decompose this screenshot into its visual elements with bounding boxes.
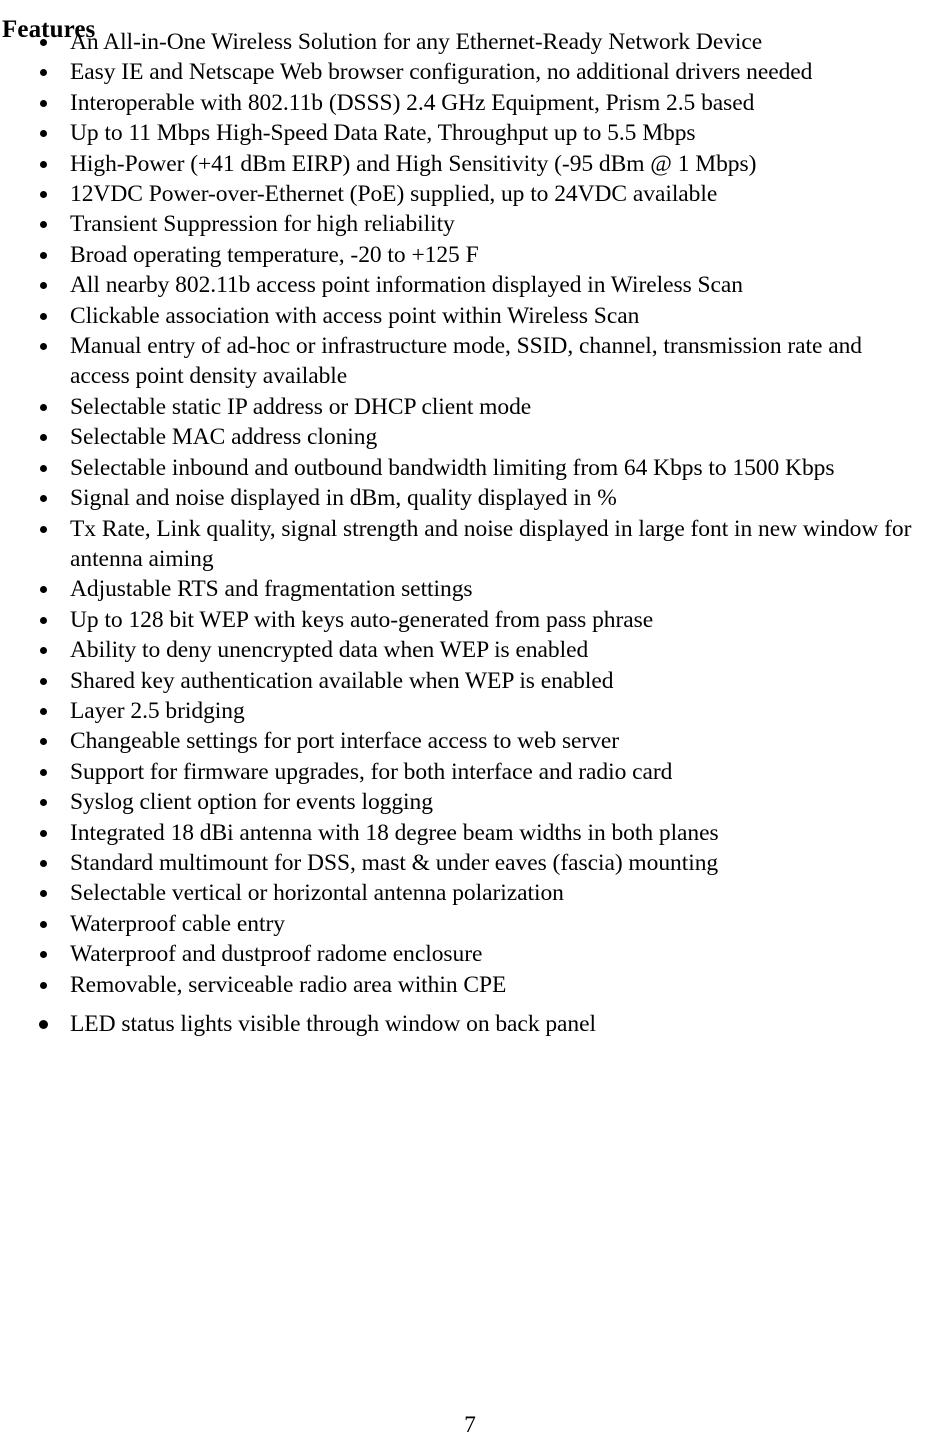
feature-text: Transient Suppression for high reliabili… [70, 211, 455, 238]
bullet-icon [40, 799, 47, 807]
feature-text: Interoperable with 802.11b (DSSS) 2.4 GH… [70, 89, 755, 116]
feature-list-item: Easy IE and Netscape Web browser configu… [0, 57, 940, 87]
bullet-icon [40, 312, 47, 320]
feature-list-item: Manual entry of ad-hoc or infrastructure… [0, 331, 920, 392]
feature-text: Broad operating temperature, -20 to +125… [70, 241, 479, 268]
feature-list-item: Selectable inbound and outbound bandwidt… [0, 453, 940, 483]
feature-text: Waterproof and dustproof radome enclosur… [70, 941, 483, 968]
page-number: 7 [464, 1412, 476, 1438]
bullet-icon [40, 434, 47, 442]
bullet-icon [40, 647, 47, 655]
feature-list-item: Shared key authentication available when… [0, 666, 940, 696]
feature-text: Selectable MAC address cloning [70, 424, 378, 451]
feature-text: Easy IE and Netscape Web browser configu… [70, 59, 813, 86]
feature-text: High-Power (+41 dBm EIRP) and High Sensi… [70, 150, 757, 177]
feature-text: Tx Rate, Link quality, signal strength a… [70, 515, 912, 572]
bullet-icon [40, 707, 47, 715]
feature-text: Standard multimount for DSS, mast & unde… [70, 849, 719, 876]
feature-list-item: Removable, serviceable radio area within… [0, 970, 940, 1000]
bullet-icon [40, 191, 47, 199]
feature-list-item: Waterproof and dustproof radome enclosur… [0, 939, 940, 969]
bullet-icon [40, 586, 47, 594]
bullet-icon [40, 282, 47, 290]
bullet-icon [40, 920, 47, 928]
feature-list-item: Interoperable with 802.11b (DSSS) 2.4 GH… [0, 88, 940, 118]
feature-list-item: Adjustable RTS and fragmentation setting… [0, 574, 940, 604]
feature-list-item: Changeable settings for port interface a… [0, 726, 940, 756]
feature-list-item: An All-in-One Wireless Solution for any … [0, 27, 940, 57]
feature-text: Up to 128 bit WEP with keys auto-generat… [70, 606, 654, 633]
feature-text: Removable, serviceable radio area within… [70, 971, 507, 998]
feature-text: Up to 11 Mbps High-Speed Data Rate, Thro… [70, 120, 696, 147]
feature-text: Adjustable RTS and fragmentation setting… [70, 576, 473, 603]
feature-text: Selectable inbound and outbound bandwidt… [70, 454, 835, 481]
feature-text: Manual entry of ad-hoc or infrastructure… [70, 333, 863, 390]
bullet-icon [40, 859, 47, 867]
feature-text: An All-in-One Wireless Solution for any … [70, 29, 763, 55]
feature-text: Layer 2.5 bridging [70, 697, 245, 724]
document-page: Features An All-in-One Wireless Solution… [0, 0, 940, 1441]
feature-text: Clickable association with access point … [70, 302, 640, 329]
bullet-icon [40, 251, 47, 259]
feature-list-item: 12VDC Power-over-Ethernet (PoE) supplied… [0, 179, 940, 209]
feature-list-item: Support for firmware upgrades, for both … [0, 757, 940, 787]
bullet-icon [40, 890, 47, 898]
bullet-icon [40, 160, 47, 168]
feature-list-item: Selectable vertical or horizontal antenn… [0, 878, 940, 908]
feature-list-item: Transient Suppression for high reliabili… [0, 209, 940, 239]
bullet-icon [39, 1020, 48, 1029]
feature-text: LED status lights visible through window… [70, 1011, 596, 1037]
bullet-icon [40, 829, 47, 837]
feature-text: Selectable vertical or horizontal antenn… [70, 880, 564, 907]
bullet-icon [40, 525, 47, 533]
bullet-icon [40, 343, 47, 351]
feature-list-item: All nearby 802.11b access point informat… [0, 270, 940, 300]
bullet-icon [40, 403, 47, 411]
bullet-icon [40, 69, 47, 77]
feature-list-item: Layer 2.5 bridging [0, 696, 940, 726]
bullet-icon [40, 738, 47, 746]
feature-list-item: Ability to deny unencrypted data when WE… [0, 635, 940, 665]
bullet-icon [40, 495, 47, 503]
feature-text: Signal and noise displayed in dBm, quali… [70, 485, 617, 512]
feature-text: Changeable settings for port interface a… [70, 728, 620, 755]
bullet-icon [40, 99, 47, 107]
feature-list-item: Syslog client option for events logging [0, 787, 940, 817]
feature-list-item: Standard multimount for DSS, mast & unde… [0, 848, 940, 878]
feature-text: Waterproof cable entry [70, 910, 285, 937]
feature-list-item: High-Power (+41 dBm EIRP) and High Sensi… [0, 149, 940, 179]
bullet-icon [40, 951, 47, 959]
bullet-icon [40, 464, 47, 472]
bullet-icon [40, 677, 47, 685]
feature-text: Support for firmware upgrades, for both … [70, 758, 673, 785]
bullet-icon [40, 981, 47, 989]
feature-text: Syslog client option for events logging [70, 789, 433, 816]
feature-text: Integrated 18 dBi antenna with 18 degree… [70, 819, 719, 846]
feature-text: All nearby 802.11b access point informat… [70, 272, 743, 299]
features-list: An All-in-One Wireless Solution for any … [0, 27, 940, 1039]
feature-list-item: Up to 128 bit WEP with keys auto-generat… [0, 605, 940, 635]
feature-list-item: Signal and noise displayed in dBm, quali… [0, 483, 940, 513]
feature-list-item: Tx Rate, Link quality, signal strength a… [0, 514, 938, 575]
feature-list-item: Broad operating temperature, -20 to +125… [0, 240, 940, 270]
feature-list-item: Selectable MAC address cloning [0, 422, 940, 452]
feature-list-item: Selectable static IP address or DHCP cli… [0, 392, 940, 422]
feature-text: Shared key authentication available when… [70, 667, 614, 694]
feature-list-item: Clickable association with access point … [0, 301, 940, 331]
feature-list-item: Integrated 18 dBi antenna with 18 degree… [0, 818, 940, 848]
feature-text: Selectable static IP address or DHCP cli… [70, 393, 532, 420]
feature-text: 12VDC Power-over-Ethernet (PoE) supplied… [70, 181, 718, 208]
bullet-icon [40, 221, 47, 229]
bullet-icon [40, 616, 47, 624]
feature-list-item: Up to 11 Mbps High-Speed Data Rate, Thro… [0, 118, 940, 148]
feature-list-item: LED status lights visible through window… [0, 1009, 940, 1039]
bullet-icon [40, 39, 47, 46]
feature-text: Ability to deny unencrypted data when WE… [70, 637, 589, 664]
bullet-icon [40, 768, 47, 776]
bullet-icon [40, 130, 47, 138]
feature-list-item: Waterproof cable entry [0, 909, 940, 939]
